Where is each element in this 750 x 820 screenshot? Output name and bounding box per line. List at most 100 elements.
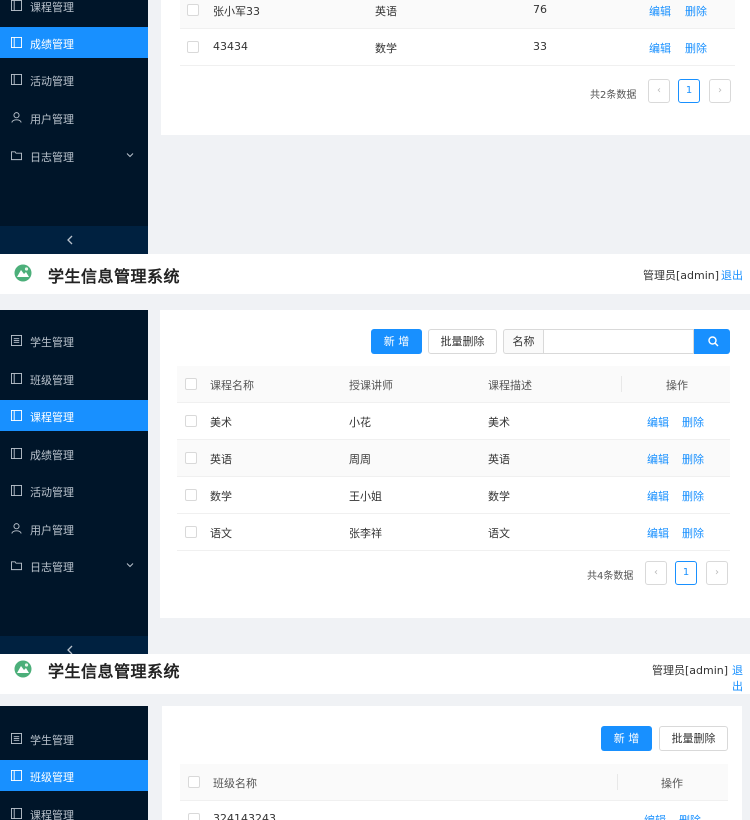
column-divider xyxy=(617,774,618,790)
table-icon xyxy=(11,808,22,819)
delete-link[interactable]: 删除 xyxy=(682,451,704,467)
grades-content: 张小军33 英语 76 编辑 删除 43434 数学 33 编辑 删除 共2条数… xyxy=(161,0,750,135)
table-row: 数学 王小姐 数学 编辑 删除 xyxy=(177,477,730,514)
courses-content: 新 增 批量删除 名称 课程名称 授课讲师 课程描述 操作 美术 小花 美术 编… xyxy=(160,310,750,618)
score: 76 xyxy=(533,3,547,16)
table-row: 语文 张李祥 语文 编辑 删除 xyxy=(177,514,730,551)
table-row: 美术 小花 美术 编辑 删除 xyxy=(177,403,730,440)
row-checkbox[interactable] xyxy=(188,813,200,820)
select-all-checkbox[interactable] xyxy=(185,378,197,390)
select-all-checkbox[interactable] xyxy=(188,776,200,788)
delete-link[interactable]: 删除 xyxy=(679,812,701,820)
edit-link[interactable]: 编辑 xyxy=(649,40,671,56)
sidebar-item-logs[interactable]: 日志管理 xyxy=(0,140,148,171)
sidebar-item-label: 日志管理 xyxy=(30,151,74,164)
next-page-button[interactable]: › xyxy=(706,561,728,585)
course-description: 语文 xyxy=(488,527,510,540)
sidebar-item-classes[interactable]: 班级管理 xyxy=(0,760,148,791)
table-icon xyxy=(11,485,22,496)
column-header: 课程描述 xyxy=(488,379,532,392)
sidebar-item-label: 班级管理 xyxy=(30,374,74,387)
delete-link[interactable]: 删除 xyxy=(682,525,704,541)
sidebar: 课程管理 成绩管理 活动管理 用户管理 日志管理 xyxy=(0,0,148,254)
delete-link[interactable]: 删除 xyxy=(682,488,704,504)
sidebar-collapse-button[interactable] xyxy=(0,226,148,254)
sidebar-item-users[interactable]: 用户管理 xyxy=(0,513,148,544)
logo-icon xyxy=(14,660,32,678)
row-checkbox[interactable] xyxy=(187,4,199,16)
row-checkbox[interactable] xyxy=(185,415,197,427)
search-input[interactable] xyxy=(543,329,694,354)
sidebar-collapse-button[interactable] xyxy=(0,636,148,654)
prev-page-button[interactable]: ‹ xyxy=(648,79,670,103)
row-checkbox[interactable] xyxy=(185,489,197,501)
row-checkbox[interactable] xyxy=(187,41,199,53)
add-button[interactable]: 新 增 xyxy=(601,726,652,751)
sidebar-item-activities[interactable]: 活动管理 xyxy=(0,64,148,95)
grades-screen: 课程管理 成绩管理 活动管理 用户管理 日志管理 张小军33 英语 76 编辑 … xyxy=(0,0,750,254)
edit-link[interactable]: 编辑 xyxy=(647,451,669,467)
search-button[interactable] xyxy=(694,329,730,354)
sidebar-item-label: 学生管理 xyxy=(30,336,74,349)
table-icon xyxy=(11,74,22,85)
batch-delete-button[interactable]: 批量删除 xyxy=(659,726,728,751)
delete-link[interactable]: 删除 xyxy=(682,414,704,430)
batch-delete-button[interactable]: 批量删除 xyxy=(428,329,497,354)
sidebar: 学生管理 班级管理 课程管理 xyxy=(0,706,148,820)
sidebar-item-label: 学生管理 xyxy=(30,734,74,747)
row-checkbox[interactable] xyxy=(185,526,197,538)
table-header: 课程名称 授课讲师 课程描述 操作 xyxy=(177,366,730,403)
chevron-left-icon xyxy=(67,235,73,245)
edit-link[interactable]: 编辑 xyxy=(644,812,666,820)
list-icon xyxy=(11,335,22,346)
logout-link[interactable]: 退出 xyxy=(721,267,743,283)
sidebar-item-students[interactable]: 学生管理 xyxy=(0,325,148,356)
edit-link[interactable]: 编辑 xyxy=(647,488,669,504)
total-count: 共2条数据 xyxy=(590,90,637,101)
sidebar-item-courses[interactable]: 课程管理 xyxy=(0,0,148,21)
prev-page-button[interactable]: ‹ xyxy=(645,561,667,585)
chevron-down-icon xyxy=(126,563,134,568)
logout-link[interactable]: 退出 xyxy=(732,662,750,694)
row-checkbox[interactable] xyxy=(185,452,197,464)
chevron-left-icon xyxy=(67,645,73,654)
delete-link[interactable]: 删除 xyxy=(685,40,707,56)
top-header: 学生信息管理系统 管理员[admin] 退出 xyxy=(0,254,750,294)
sidebar-item-courses[interactable]: 课程管理 xyxy=(0,400,148,431)
course-name: 英语 xyxy=(210,453,232,466)
admin-name: 管理员[admin] xyxy=(652,664,729,677)
table-row: 43434 数学 33 编辑 删除 xyxy=(180,29,735,66)
course-teacher: 王小姐 xyxy=(349,490,382,503)
column-divider xyxy=(621,376,622,392)
course-teacher: 张李祥 xyxy=(349,527,382,540)
edit-link[interactable]: 编辑 xyxy=(649,3,671,19)
score: 33 xyxy=(533,40,547,53)
table-row: 324143243 编辑 删除 xyxy=(180,801,728,820)
edit-link[interactable]: 编辑 xyxy=(647,525,669,541)
sidebar-item-students[interactable]: 学生管理 xyxy=(0,723,148,754)
total-count: 共4条数据 xyxy=(587,571,634,582)
delete-link[interactable]: 删除 xyxy=(685,3,707,19)
sidebar-item-grades[interactable]: 成绩管理 xyxy=(0,27,148,58)
course-teacher: 小花 xyxy=(349,416,371,429)
edit-link[interactable]: 编辑 xyxy=(647,414,669,430)
classes-table: 班级名称 操作 324143243 编辑 删除 xyxy=(180,764,728,820)
next-page-button[interactable]: › xyxy=(709,79,731,103)
sidebar-item-activities[interactable]: 活动管理 xyxy=(0,475,148,506)
system-title: 学生信息管理系统 xyxy=(48,267,181,286)
page-button[interactable]: 1 xyxy=(678,79,700,103)
sidebar-item-courses[interactable]: 课程管理 xyxy=(0,798,148,820)
folder-icon xyxy=(11,151,22,161)
page-button[interactable]: 1 xyxy=(675,561,697,585)
sidebar-item-logs[interactable]: 日志管理 xyxy=(0,550,148,581)
sidebar-item-label: 成绩管理 xyxy=(30,38,74,51)
table-icon xyxy=(11,0,22,11)
add-button[interactable]: 新 增 xyxy=(371,329,422,354)
sidebar-item-classes[interactable]: 班级管理 xyxy=(0,363,148,394)
sidebar-item-users[interactable]: 用户管理 xyxy=(0,102,148,133)
classes-content: 新 增 批量删除 班级名称 操作 324143243 编辑 删除 xyxy=(162,706,742,820)
column-header: 操作 xyxy=(666,379,688,392)
student-name: 43434 xyxy=(213,40,248,53)
course-description: 美术 xyxy=(488,416,510,429)
sidebar-item-grades[interactable]: 成绩管理 xyxy=(0,438,148,469)
